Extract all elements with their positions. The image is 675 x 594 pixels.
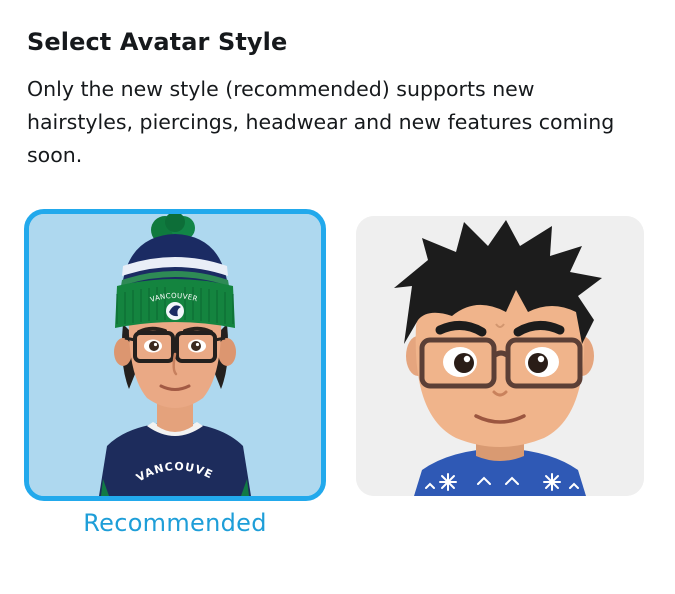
recommended-label: Recommended bbox=[83, 509, 267, 537]
new-style-avatar-image: VANCOUVER bbox=[29, 214, 321, 496]
page-title: Select Avatar Style bbox=[27, 28, 288, 56]
avatar-style-option-classic[interactable] bbox=[356, 216, 644, 496]
classic-style-avatar-image bbox=[356, 216, 644, 496]
page-description: Only the new style (recommended) support… bbox=[27, 77, 615, 167]
avatar-style-option-new[interactable]: VANCOUVER bbox=[24, 209, 326, 501]
